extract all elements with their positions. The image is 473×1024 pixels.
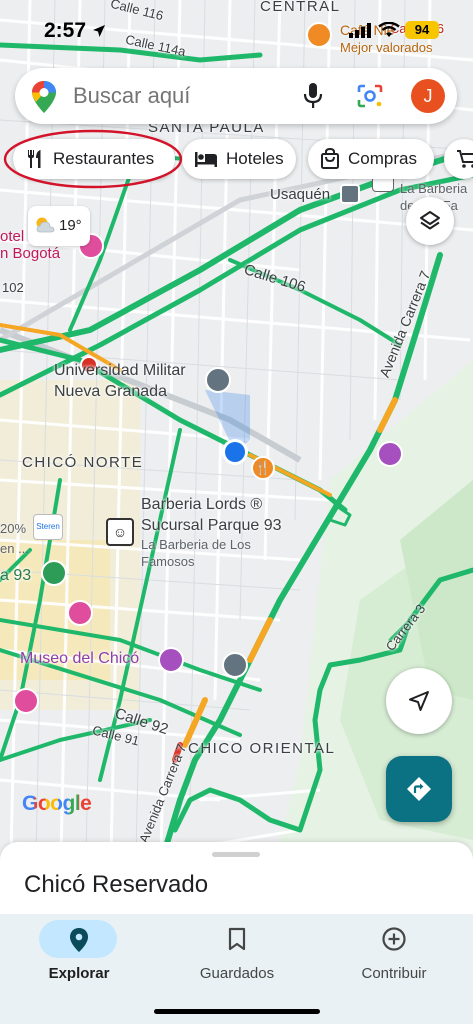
street-label-102: 102 bbox=[2, 280, 24, 295]
restaurant-marker[interactable]: 🍴 bbox=[251, 456, 275, 480]
poi-label-la-barberia-1: La Barberia bbox=[400, 181, 468, 196]
poi-sub-barberia-2: Famosos bbox=[141, 554, 195, 569]
poi-label-universidad[interactable]: Universidad Militar Nueva Granada bbox=[54, 360, 186, 402]
steren-label: Steren bbox=[36, 522, 60, 531]
layers-icon bbox=[420, 211, 440, 230]
school-marker-east[interactable] bbox=[222, 652, 248, 678]
sheet-title: Chicó Reservado bbox=[24, 871, 209, 898]
poi-label-hotel-line2: n Bogotá bbox=[0, 245, 61, 262]
battery-icon: 94 bbox=[405, 21, 439, 39]
annotation-circle bbox=[3, 129, 183, 189]
area-label-chico-oriental: CHICO ORIENTAL bbox=[188, 740, 336, 757]
nav-explorar-label: Explorar bbox=[48, 965, 110, 982]
status-bar: 2:57 94 bbox=[0, 0, 473, 50]
transit-marker[interactable] bbox=[340, 184, 360, 204]
layers-button[interactable] bbox=[406, 197, 454, 245]
nav-contribuir[interactable]: Contribuir bbox=[315, 914, 473, 994]
chip-hoteles[interactable]: Hoteles bbox=[182, 139, 296, 179]
sheet-drag-handle[interactable] bbox=[212, 852, 260, 857]
cart-icon bbox=[457, 150, 473, 168]
status-time: 2:57 bbox=[44, 19, 87, 42]
poi-label-universidad-line1: Universidad Militar bbox=[54, 362, 186, 379]
search-input[interactable] bbox=[73, 80, 293, 112]
poi-label-barberia-lords[interactable]: Barberia Lords ® Sucursal Parque 93 La B… bbox=[141, 494, 282, 570]
add-circle-icon bbox=[382, 927, 406, 951]
barber-logo-marker[interactable]: ☺ bbox=[106, 518, 134, 546]
nav-contribuir-label: Contribuir bbox=[361, 965, 427, 982]
poi-label-pct: 20% bbox=[0, 521, 27, 536]
poi-label-en: en ... bbox=[0, 541, 29, 556]
lens-icon[interactable] bbox=[356, 83, 384, 109]
bottom-navigation: Explorar Guardados Contribuir bbox=[0, 914, 473, 1024]
explore-pin-icon bbox=[70, 928, 88, 952]
partly-cloudy-icon bbox=[36, 217, 55, 233]
poi-label-barberia-line1: Barberia Lords ® bbox=[141, 496, 263, 513]
nav-explorar[interactable]: Explorar bbox=[0, 914, 158, 994]
microphone-icon[interactable] bbox=[302, 82, 324, 110]
nav-guardados[interactable]: Guardados bbox=[158, 914, 316, 994]
bed-icon bbox=[195, 152, 217, 167]
steren-logo-marker[interactable]: Steren bbox=[33, 514, 63, 540]
google-logo: Google bbox=[22, 792, 92, 816]
area-label-chico-norte: CHICÓ NORTE bbox=[22, 454, 144, 471]
search-bar[interactable]: J bbox=[15, 68, 457, 124]
maps-pin-logo bbox=[32, 81, 56, 113]
shopping-marker-far-left[interactable] bbox=[13, 688, 39, 714]
signal-icon bbox=[349, 23, 371, 38]
chip-hoteles-label: Hoteles bbox=[226, 149, 284, 168]
museum-marker[interactable] bbox=[158, 647, 184, 673]
shopping-marker-left[interactable] bbox=[67, 600, 93, 626]
poi-label-barberia-line2: Sucursal Parque 93 bbox=[141, 517, 282, 534]
location-arrow-icon bbox=[93, 25, 105, 37]
bookmark-icon bbox=[228, 927, 246, 951]
poi-label-a93: a 93 bbox=[0, 567, 32, 584]
poi-label-usaquen[interactable]: Usaquén bbox=[270, 186, 330, 203]
park-marker[interactable] bbox=[41, 560, 67, 586]
wifi-icon bbox=[378, 22, 400, 37]
navigation-arrow-icon bbox=[409, 691, 429, 711]
poi-label-museo-del-chico[interactable]: Museo del Chicó bbox=[20, 650, 139, 668]
poi-label-universidad-line2: Nueva Granada bbox=[54, 383, 167, 400]
nav-guardados-label: Guardados bbox=[199, 965, 275, 982]
directions-button[interactable] bbox=[386, 756, 452, 822]
shopping-bag-icon bbox=[321, 148, 339, 169]
school-marker-univ[interactable] bbox=[205, 367, 231, 393]
weather-temp: 19° bbox=[59, 217, 82, 234]
directions-icon bbox=[407, 777, 431, 801]
temple-marker[interactable] bbox=[377, 441, 403, 467]
chip-compras[interactable]: Compras bbox=[308, 139, 434, 179]
chip-compras-label: Compras bbox=[348, 149, 417, 168]
google-logo-text: Google bbox=[22, 792, 92, 815]
home-indicator[interactable] bbox=[154, 1009, 320, 1014]
weather-chip[interactable]: 19° bbox=[28, 206, 90, 246]
my-location-button[interactable] bbox=[386, 668, 452, 734]
avatar[interactable]: J bbox=[411, 79, 445, 113]
poi-sub-barberia-1: La Barberia de Los bbox=[141, 537, 251, 552]
